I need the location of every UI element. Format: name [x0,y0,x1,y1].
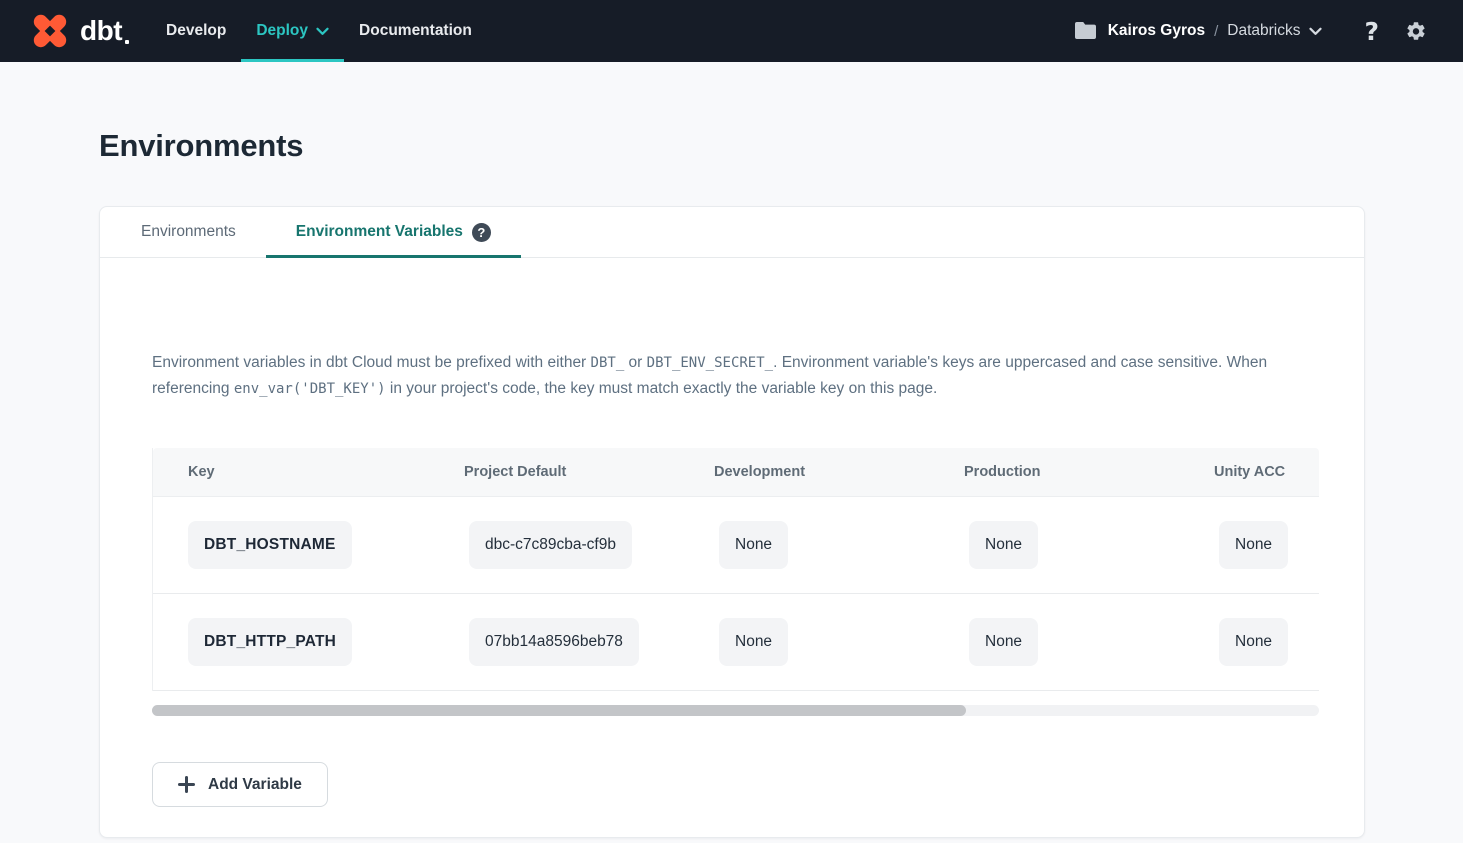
unity-acc-value-cell[interactable]: None [1219,521,1288,569]
add-variable-button[interactable]: Add Variable [152,762,328,807]
main-nav: Develop Deploy Documentation [151,0,487,62]
horizontal-scrollbar-track[interactable] [152,705,1319,716]
variable-key-cell[interactable]: DBT_HTTP_PATH [188,618,352,666]
column-header-unity-acc: Unity ACC [1214,464,1319,480]
unity-acc-value-cell[interactable]: None [1219,618,1288,666]
table-header-row: Key Project Default Development Producti… [153,448,1319,497]
navbar-right: Kairos Gyros / Databricks ? [1075,19,1427,44]
brand-dot [125,40,129,44]
tab-bar: Environments Environment Variables ? [100,207,1364,258]
chevron-down-icon [316,27,329,36]
project-default-cell[interactable]: dbc-c7c89cba-cf9b [469,521,632,569]
project-selector[interactable]: Kairos Gyros / Databricks [1075,22,1323,40]
code-env-var: env_var('DBT_KEY') [234,381,386,397]
code-dbt-prefix: DBT_ [591,355,625,371]
breadcrumb-separator: / [1214,23,1218,40]
column-header-key: Key [153,464,464,480]
gear-icon[interactable] [1405,20,1427,42]
development-value-cell[interactable]: None [719,521,788,569]
chevron-down-icon [1309,27,1322,36]
column-header-development: Development [714,464,964,480]
variable-key-cell[interactable]: DBT_HOSTNAME [188,521,352,569]
project-name: Kairos Gyros [1108,22,1205,40]
nav-item-develop[interactable]: Develop [151,0,241,62]
dbt-logo[interactable]: dbt [28,9,129,53]
environments-card: Environments Environment Variables ? Env… [99,206,1365,838]
nav-item-documentation[interactable]: Documentation [344,0,487,62]
plus-icon [178,776,195,793]
description-text: Environment variables in dbt Cloud must … [152,350,1319,402]
dbt-logo-icon [28,9,72,53]
page-body: Environments Environments Environment Va… [0,62,1463,838]
tab-environments[interactable]: Environments [111,207,266,257]
folder-icon [1075,22,1096,40]
code-dbt-env-secret-prefix: DBT_ENV_SECRET_ [647,355,773,371]
tab-content: Environment variables in dbt Cloud must … [100,258,1364,837]
nav-item-deploy[interactable]: Deploy [241,0,344,62]
tab-environment-variables[interactable]: Environment Variables ? [266,207,521,257]
help-circle-icon[interactable]: ? [472,223,491,242]
production-value-cell[interactable]: None [969,618,1038,666]
table-row: DBT_HOSTNAME dbc-c7c89cba-cf9b None None… [153,497,1319,594]
table-row: DBT_HTTP_PATH 07bb14a8596beb78 None None… [153,594,1319,691]
horizontal-scrollbar-thumb[interactable] [152,705,966,716]
project-default-cell[interactable]: 07bb14a8596beb78 [469,618,639,666]
development-value-cell[interactable]: None [719,618,788,666]
brand-wordmark: dbt [80,17,122,45]
column-header-production: Production [964,464,1214,480]
help-icon[interactable]: ? [1364,19,1379,44]
deployment-name: Databricks [1227,22,1300,40]
page-title: Environments [99,128,1463,164]
column-header-project-default: Project Default [464,464,714,480]
production-value-cell[interactable]: None [969,521,1038,569]
top-navbar: dbt Develop Deploy Documentation Kairos … [0,0,1463,62]
env-variables-table: Key Project Default Development Producti… [152,448,1319,691]
